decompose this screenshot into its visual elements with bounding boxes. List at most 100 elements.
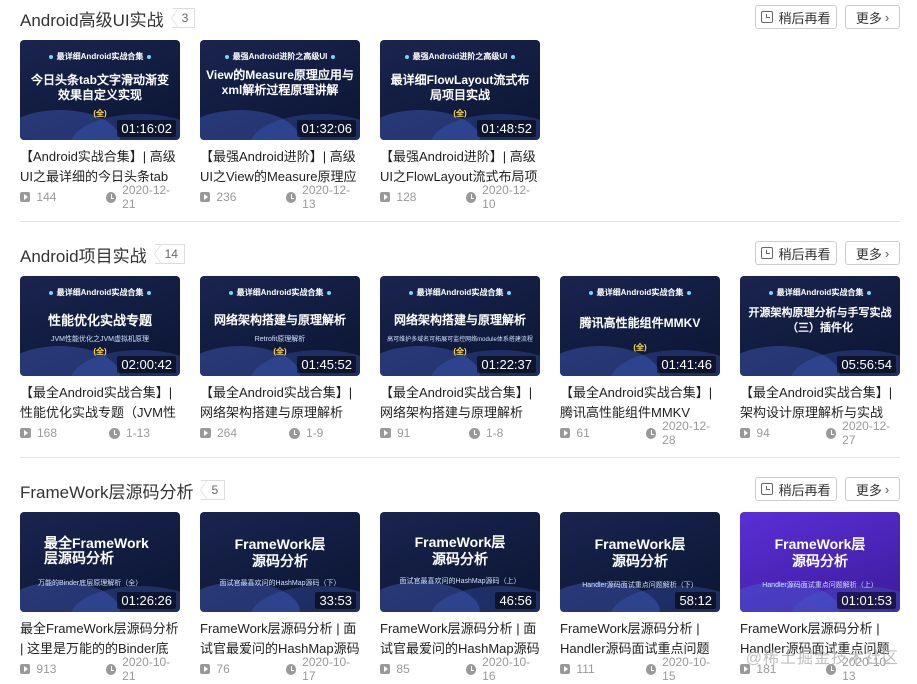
thumb-headline: 腾讯高性能组件MMKV: [579, 316, 701, 330]
thumb-headline: 网络架构搭建与原理解析: [393, 313, 526, 327]
video-meta: 168 1-13: [20, 425, 180, 441]
video-title[interactable]: 【Android实战合集】| 高级UI之最详细的今日头条tab文字滑动渐变效果自…: [20, 147, 180, 187]
video-meta: 94 2020-12-27: [740, 419, 900, 447]
more-button[interactable]: 更多 ›: [845, 5, 900, 29]
video-thumbnail[interactable]: 最详细Android实战合集 网络架构搭建与原理解析 高可维护多域名可拓展可监控…: [380, 276, 540, 376]
video-thumbnail[interactable]: FrameWork层源码分析 Handler源码面试重点问题解析（下） 58:1…: [560, 512, 720, 612]
section-divider: [20, 221, 900, 222]
watch-later-button[interactable]: 稍后再看: [755, 5, 837, 29]
watch-later-button[interactable]: 稍后再看: [755, 241, 837, 265]
video-title[interactable]: 【最全Android实战合集】|性能优化实战专题（JVM性能优化之JVM虚拟机原…: [20, 383, 180, 423]
play-count: 91: [397, 426, 411, 440]
play-count: 168: [37, 426, 58, 440]
play-count-icon: [200, 192, 211, 202]
play-count-icon: [20, 428, 31, 438]
video-meta: 91 1-8: [380, 425, 540, 441]
thumb-subtitle: 面试官最喜欢问的HashMap源码（下）: [219, 580, 341, 587]
section-title[interactable]: FrameWork层源码分析: [20, 478, 193, 503]
thumb-headline: FrameWork层源码分析: [774, 536, 866, 569]
video-thumbnail[interactable]: 最详细Android实战合集 开源架构原理分析与手写实战（三）插件化 05:56…: [740, 276, 900, 376]
video-thumbnail[interactable]: 最全FrameWork层源码分析 万能的Binder底层原理解析（全） 01:2…: [20, 512, 180, 612]
clock-icon: [465, 191, 477, 203]
play-count: 111: [576, 662, 595, 676]
video-title[interactable]: 【最全Android实战合集】|架构设计原理解析与实战: [740, 383, 900, 423]
section-count-badge: 5: [200, 480, 226, 500]
play-count-icon: [20, 192, 31, 202]
thumb-full-label: (全): [453, 109, 467, 118]
video-thumbnail[interactable]: FrameWork层源码分析 面试官最喜欢问的HashMap源码（下） 33:5…: [200, 512, 360, 612]
video-duration: 01:22:37: [477, 356, 536, 373]
video-thumbnail[interactable]: 最详细Android实战合集 腾讯高性能组件MMKV (全) 01:41:46: [560, 276, 720, 376]
more-button[interactable]: 更多 ›: [845, 241, 900, 265]
video-thumbnail[interactable]: FrameWork层源码分析 Handler源码面试重点问题解析（上） 01:0…: [740, 512, 900, 612]
play-count-icon: [200, 664, 211, 674]
clock-icon: [105, 191, 117, 203]
publish-date: 2020-10-16: [482, 655, 531, 683]
video-title[interactable]: 【最全Android实战合集】|腾讯高性能组件MMKV: [560, 383, 720, 423]
watch-later-button[interactable]: 稍后再看: [755, 477, 837, 501]
video-title[interactable]: 【最全Android实战合集】|网络架构搭建与原理解析: [200, 383, 360, 423]
publish-date: 1-13: [126, 426, 151, 440]
thumb-tag: 最详细Android实战合集: [200, 287, 360, 298]
video-title[interactable]: 【最强Android进阶】| 高级UI之FlowLayout流式布局项目实战: [380, 147, 540, 187]
video-title[interactable]: FrameWork层源码分析 | Handler源码面试重点问题解析（下）: [560, 619, 720, 659]
video-title[interactable]: 最全FrameWork层源码分析 | 这里是万能的的Binder底层原理解析: [20, 619, 180, 659]
video-thumbnail[interactable]: FrameWork层源码分析 面试官最喜欢问的HashMap源码（上） 46:5…: [380, 512, 540, 612]
clock-icon: [289, 427, 300, 439]
clock-icon: [469, 427, 480, 439]
video-duration: 01:45:52: [297, 356, 356, 373]
play-count: 913: [36, 662, 57, 676]
video-title[interactable]: FrameWork层源码分析 | 面试官最爱问的HashMap源码（下）: [200, 619, 360, 659]
publish-date: 2020-10-21: [122, 655, 171, 683]
video-duration: 02:00:42: [117, 356, 176, 373]
clock-icon: [105, 663, 117, 675]
clock-icon: [285, 191, 297, 203]
video-duration: 01:26:26: [117, 592, 176, 609]
video-duration: 01:48:52: [477, 120, 536, 137]
section-title[interactable]: Android项目实战: [20, 242, 147, 267]
thumb-headline: 最详细FlowLayout流式布局项目实战: [390, 73, 530, 102]
publish-date: 2020-12-21: [122, 183, 171, 211]
thumb-subtitle: Handler源码面试重点问题解析（下）: [582, 582, 698, 589]
thumb-tag: 最强Android进阶之高级UI: [380, 51, 540, 62]
thumb-tag: 最详细Android实战合集: [740, 287, 900, 298]
play-count: 144: [36, 190, 57, 204]
video-thumbnail[interactable]: 最详细Android实战合集 今日头条tab文字滑动渐变效果自定义实现 (全) …: [20, 40, 180, 140]
more-button[interactable]: 更多 ›: [845, 477, 900, 501]
video-thumbnail[interactable]: 最详细Android实战合集 性能优化实战专题 JVM性能优化之JVM虚拟机原理…: [20, 276, 180, 376]
play-count-icon: [200, 428, 211, 438]
video-duration: 33:53: [315, 592, 356, 609]
video-thumbnail[interactable]: 最详细Android实战合集 网络架构搭建与原理解析 Retrofit原理解析 …: [200, 276, 360, 376]
thumb-headline: 性能优化实战专题: [47, 313, 152, 328]
publish-date: 2020-10-15: [662, 655, 711, 683]
watch-later-label: 稍后再看: [778, 482, 831, 498]
thumb-subtitle: Retrofit原理解析: [254, 336, 306, 343]
clock-icon: [285, 663, 297, 675]
section-header: FrameWork层源码分析 5: [20, 477, 226, 503]
play-count-icon: [380, 192, 391, 202]
video-thumbnail[interactable]: 最强Android进阶之高级UI 最详细FlowLayout流式布局项目实战 (…: [380, 40, 540, 140]
video-meta: 264 1-9: [200, 425, 360, 441]
thumb-headline: FrameWork层源码分析: [414, 534, 506, 567]
video-duration: 01:41:46: [657, 356, 716, 373]
video-title[interactable]: FrameWork层源码分析 | 面试官最爱问的HashMap源码（上）: [380, 619, 540, 659]
thumb-subtitle: 万能的Binder底层原理解析（全）: [38, 580, 143, 587]
play-count-icon: [20, 664, 31, 674]
thumb-tag: 最详细Android实战合集: [560, 287, 720, 298]
video-title[interactable]: 【最强Android进阶】| 高级UI之View的Measure原理应用与xml…: [200, 147, 360, 187]
play-count: 61: [576, 426, 590, 440]
watermark: @稀土掘金技术社区: [745, 650, 899, 667]
clock-icon: [761, 247, 774, 259]
video-title[interactable]: 【最全Android实战合集】|网络架构搭建与原理解析（高可维护多域名可拓展）: [380, 383, 540, 423]
section-count-badge: 14: [153, 244, 185, 264]
section-title[interactable]: Android高级UI实战: [20, 6, 164, 31]
clock-icon: [761, 483, 774, 495]
play-count-icon: [560, 664, 571, 674]
video-duration: 58:12: [675, 592, 716, 609]
video-duration: 05:56:54: [837, 356, 896, 373]
section-android-advanced-ui: Android高级UI实战 3 稍后再看 更多 › 最详细Android实战合集 …: [0, 5, 917, 215]
watch-later-label: 稍后再看: [778, 10, 831, 26]
video-duration: 01:32:06: [297, 120, 356, 137]
publish-date: 2020-10-17: [302, 655, 351, 683]
video-thumbnail[interactable]: 最强Android进阶之高级UI View的Measure原理应用与xml解析过…: [200, 40, 360, 140]
